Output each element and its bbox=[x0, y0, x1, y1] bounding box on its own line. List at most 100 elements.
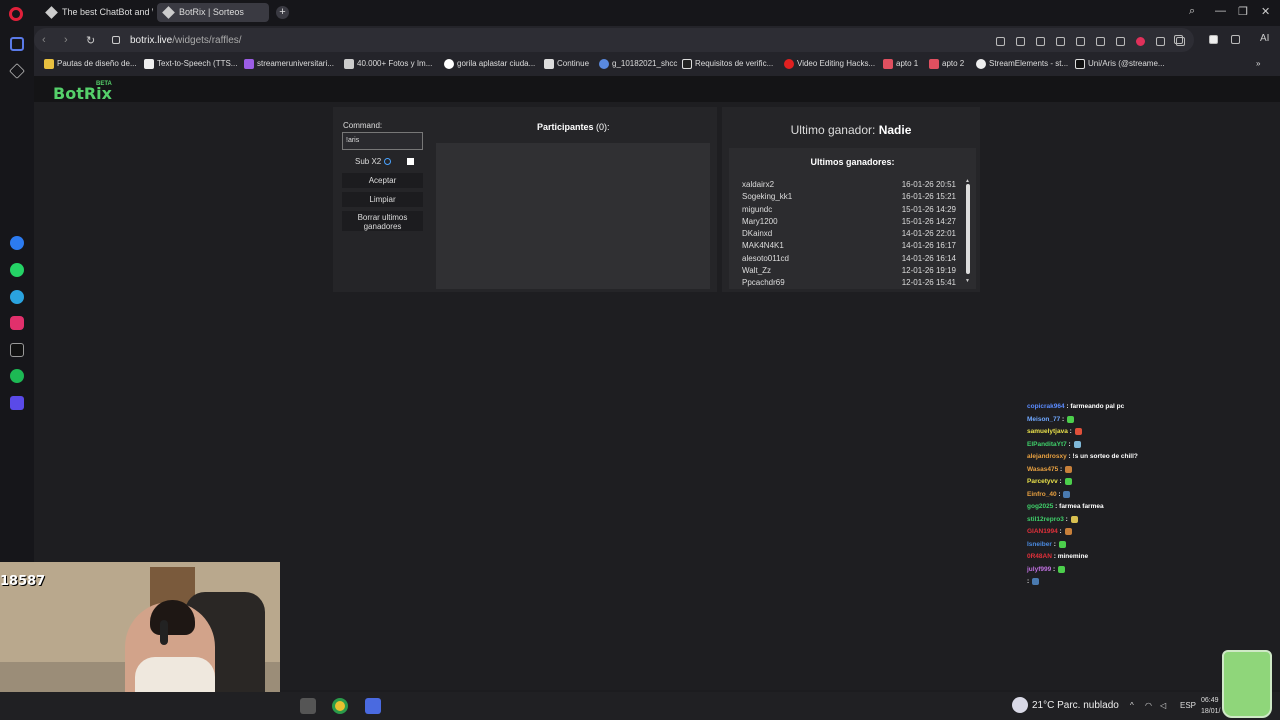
winner-row: MAK4N4K1 14-01-26 16:17 bbox=[742, 241, 956, 250]
bookmark-item[interactable]: StreamElements - st... bbox=[976, 59, 1068, 69]
delete-winners-button[interactable]: Borrar ultimos ganadores bbox=[342, 211, 423, 231]
chat-emote-icon bbox=[1070, 515, 1078, 523]
whatsapp-icon[interactable] bbox=[10, 263, 24, 277]
search-icon[interactable] bbox=[996, 37, 1005, 46]
bookmark-item[interactable]: 40.000+ Fotos y Im... bbox=[344, 59, 432, 69]
chat-username: alejandrosxy bbox=[1027, 453, 1067, 460]
language-indicator[interactable]: ESP bbox=[1180, 701, 1196, 710]
chrome-icon[interactable] bbox=[332, 698, 348, 714]
clock[interactable]: 06:49 18/01/ bbox=[1201, 695, 1220, 717]
winners-scrollbar[interactable]: ▲ ▼ bbox=[965, 178, 971, 288]
chat-text: : bbox=[1066, 440, 1073, 448]
address-toolbar: ‹ › ↻ botrix.live/widgets/raffles/ AI bbox=[34, 26, 1280, 54]
bookmark-item[interactable]: Text-to-Speech (TTS... bbox=[144, 59, 237, 69]
sub-x2-checkbox[interactable] bbox=[407, 158, 414, 165]
minimize-icon[interactable]: — bbox=[1215, 5, 1226, 17]
extensions-icon[interactable] bbox=[1096, 37, 1105, 46]
bookmarks-overflow-icon[interactable]: » bbox=[1256, 59, 1260, 68]
chat-message: Wasas475 : bbox=[1027, 465, 1072, 478]
download-icon[interactable] bbox=[1156, 37, 1165, 46]
chat-message: julyf999 : bbox=[1027, 565, 1065, 578]
chat-emote-icon bbox=[1031, 578, 1039, 585]
app-icon[interactable] bbox=[300, 698, 316, 714]
search-tabs-icon[interactable]: ⌕ bbox=[1189, 5, 1195, 18]
instagram-icon[interactable] bbox=[10, 316, 24, 330]
maximize-icon[interactable]: ❐ bbox=[1238, 5, 1248, 18]
chat-text: : bbox=[1058, 465, 1064, 473]
new-tab-button[interactable]: + bbox=[276, 6, 289, 19]
weather-text[interactable]: 21°C Parc. nublado bbox=[1032, 700, 1119, 711]
weather-icon[interactable] bbox=[1012, 697, 1028, 713]
winners-list-box: Ultimos ganadores: xaldairx2 16-01-26 20:… bbox=[729, 148, 976, 289]
tiktok-icon bbox=[1075, 59, 1085, 69]
tab-botrix-chatbot[interactable]: The best ChatBot and Wid bbox=[40, 3, 153, 22]
accept-button[interactable]: Aceptar bbox=[342, 173, 423, 188]
heart-icon[interactable] bbox=[1136, 37, 1145, 46]
play-icon[interactable] bbox=[1116, 37, 1125, 46]
tab-botrix-sorteos[interactable]: BotRix | Sorteos bbox=[157, 3, 269, 22]
info-icon[interactable] bbox=[384, 158, 391, 165]
beta-badge: BETA bbox=[96, 81, 112, 87]
bookmark-item[interactable]: gorila aplastar ciuda... bbox=[444, 59, 535, 69]
speaker-icon[interactable]: ◁ bbox=[1160, 701, 1166, 710]
chat-text: : bbox=[1056, 490, 1063, 498]
back-icon[interactable]: ‹ bbox=[42, 34, 46, 46]
edit-icon[interactable] bbox=[1016, 37, 1025, 46]
chat-message: 0R48AN : minemine bbox=[1027, 553, 1088, 565]
chat-emote-icon bbox=[1073, 440, 1081, 448]
vpn-icon[interactable] bbox=[1076, 37, 1085, 46]
bookmark-item[interactable]: Video Editing Hacks... bbox=[784, 59, 875, 69]
scroll-down-icon[interactable]: ▼ bbox=[965, 278, 970, 284]
streamelements-icon bbox=[976, 59, 986, 69]
sub-x2-label: Sub X2 bbox=[355, 157, 382, 166]
chat-message: GIAN1994 : bbox=[1027, 528, 1072, 540]
camera-icon[interactable] bbox=[1036, 37, 1045, 46]
bookmark-item[interactable]: streameruniversitari... bbox=[244, 59, 334, 69]
chat-emote-icon bbox=[1064, 478, 1072, 485]
browser-tab-bar: The best ChatBot and Wid BotRix | Sorteo… bbox=[0, 0, 1280, 26]
forward-icon[interactable]: › bbox=[64, 34, 68, 46]
url-text[interactable]: botrix.live/widgets/raffles/ bbox=[130, 35, 242, 46]
star-icon[interactable] bbox=[9, 63, 25, 79]
bookmark-item[interactable]: Continue bbox=[544, 59, 589, 69]
bookmark-item[interactable]: apto 2 bbox=[929, 59, 964, 69]
ai-button[interactable]: AI bbox=[1260, 33, 1269, 44]
botrix-favicon-icon bbox=[162, 6, 175, 19]
bookmark-item[interactable]: Pautas de diseño de... bbox=[44, 59, 137, 69]
profile-icon[interactable] bbox=[1174, 35, 1183, 44]
spotify-icon[interactable] bbox=[10, 369, 24, 383]
chat-message: alejandrosxy : !s un sorteo de chill? bbox=[1027, 453, 1138, 465]
wifi-icon[interactable]: ◠ bbox=[1145, 701, 1152, 710]
bookmark-item[interactable]: Uni/Aris (@streame... bbox=[1075, 59, 1165, 69]
telegram-icon[interactable] bbox=[10, 290, 24, 304]
bookmark-icon bbox=[599, 59, 609, 69]
home-icon[interactable] bbox=[10, 37, 24, 51]
command-input[interactable]: !aris bbox=[342, 132, 423, 150]
chat-username: Isneiber bbox=[1027, 540, 1052, 548]
participants-list[interactable] bbox=[436, 143, 710, 289]
chat-text: : bbox=[1067, 428, 1074, 436]
scroll-thumb[interactable] bbox=[966, 184, 970, 274]
address-bar[interactable]: ‹ › ↻ botrix.live/widgets/raffles/ bbox=[34, 28, 1194, 52]
opera-logo-icon[interactable] bbox=[9, 7, 23, 21]
webcam-hair bbox=[150, 600, 195, 635]
shield-icon[interactable] bbox=[1056, 37, 1065, 46]
bookmark-item[interactable]: Requisitos de verific... bbox=[682, 59, 773, 69]
cube-icon[interactable] bbox=[1231, 35, 1240, 44]
bookmark-icon bbox=[44, 59, 54, 69]
player-icon[interactable] bbox=[10, 396, 24, 410]
reload-icon[interactable]: ↻ bbox=[86, 34, 95, 47]
clear-button[interactable]: Limpiar bbox=[342, 192, 423, 207]
bookmark-item[interactable]: apto 1 bbox=[883, 59, 918, 69]
bookmark-item[interactable]: g_10182021_shcc bbox=[599, 59, 677, 69]
close-icon[interactable]: ✕ bbox=[1261, 5, 1270, 18]
stream-counter: 18587 bbox=[0, 574, 46, 589]
wallet-icon[interactable] bbox=[1209, 35, 1218, 44]
botrix-favicon-icon bbox=[45, 6, 58, 19]
chat-username: Einfro_40 bbox=[1027, 490, 1057, 498]
chat-username: stil12repro3 bbox=[1027, 515, 1064, 523]
messenger-icon[interactable] bbox=[10, 236, 24, 250]
app-icon[interactable] bbox=[365, 698, 381, 714]
x-twitter-icon[interactable] bbox=[10, 343, 24, 357]
tray-chevron-icon[interactable]: ^ bbox=[1130, 701, 1134, 710]
